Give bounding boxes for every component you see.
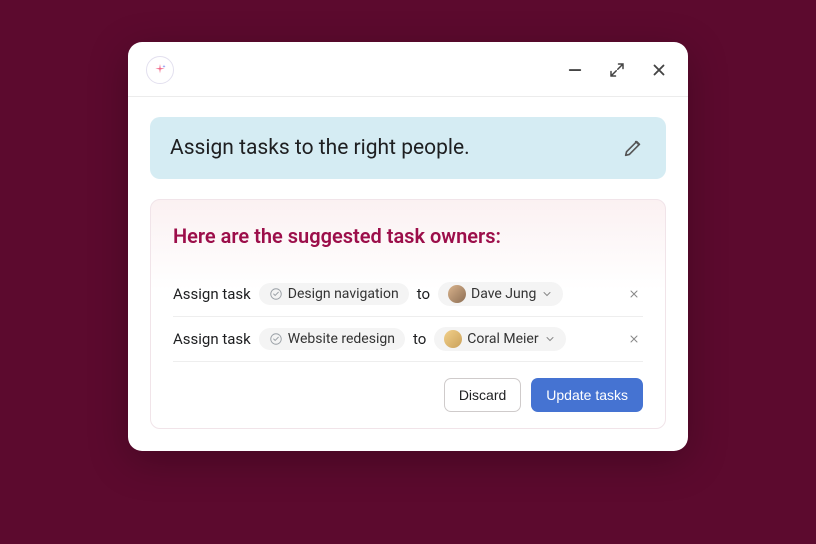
update-tasks-button[interactable]: Update tasks [531, 378, 643, 412]
chevron-down-icon [544, 333, 556, 345]
assignee-chip[interactable]: Dave Jung [438, 282, 563, 306]
sparkle-icon [152, 62, 168, 78]
assignee-name: Dave Jung [471, 286, 536, 302]
suggestions-panel: Here are the suggested task owners: Assi… [150, 199, 666, 429]
check-circle-icon [269, 287, 283, 301]
assignee-chip[interactable]: Coral Meier [434, 327, 565, 351]
task-chip[interactable]: Design navigation [259, 283, 409, 305]
expand-icon [608, 61, 626, 79]
expand-button[interactable] [606, 59, 628, 81]
connector-text: to [417, 285, 430, 303]
assign-prefix: Assign task [173, 330, 251, 348]
remove-row-button[interactable] [625, 285, 643, 303]
edit-prompt-button[interactable] [620, 135, 646, 161]
assignee-name: Coral Meier [467, 331, 538, 347]
task-name: Design navigation [288, 286, 399, 302]
task-row: Assign task Design navigation to Dave Ju… [173, 272, 643, 317]
assign-prefix: Assign task [173, 285, 251, 303]
task-chip[interactable]: Website redesign [259, 328, 405, 350]
discard-button[interactable]: Discard [444, 378, 521, 412]
sparkle-logo [146, 56, 174, 84]
prompt-text: Assign tasks to the right people. [170, 136, 470, 160]
close-icon [650, 61, 668, 79]
pencil-icon [622, 137, 644, 159]
task-row: Assign task Website redesign to Coral Me… [173, 317, 643, 362]
suggestions-title: Here are the suggested task owners: [173, 224, 643, 248]
x-icon [628, 333, 640, 345]
close-button[interactable] [648, 59, 670, 81]
actions-bar: Discard Update tasks [173, 378, 643, 412]
avatar [448, 285, 466, 303]
modal: Assign tasks to the right people. Here a… [128, 42, 688, 451]
header-actions [564, 59, 670, 81]
remove-row-button[interactable] [625, 330, 643, 348]
minimize-button[interactable] [564, 59, 586, 81]
modal-header [128, 42, 688, 97]
minimize-icon [566, 61, 584, 79]
task-name: Website redesign [288, 331, 395, 347]
modal-body: Assign tasks to the right people. Here a… [128, 97, 688, 451]
avatar [444, 330, 462, 348]
connector-text: to [413, 330, 426, 348]
prompt-bar: Assign tasks to the right people. [150, 117, 666, 179]
chevron-down-icon [541, 288, 553, 300]
x-icon [628, 288, 640, 300]
check-circle-icon [269, 332, 283, 346]
